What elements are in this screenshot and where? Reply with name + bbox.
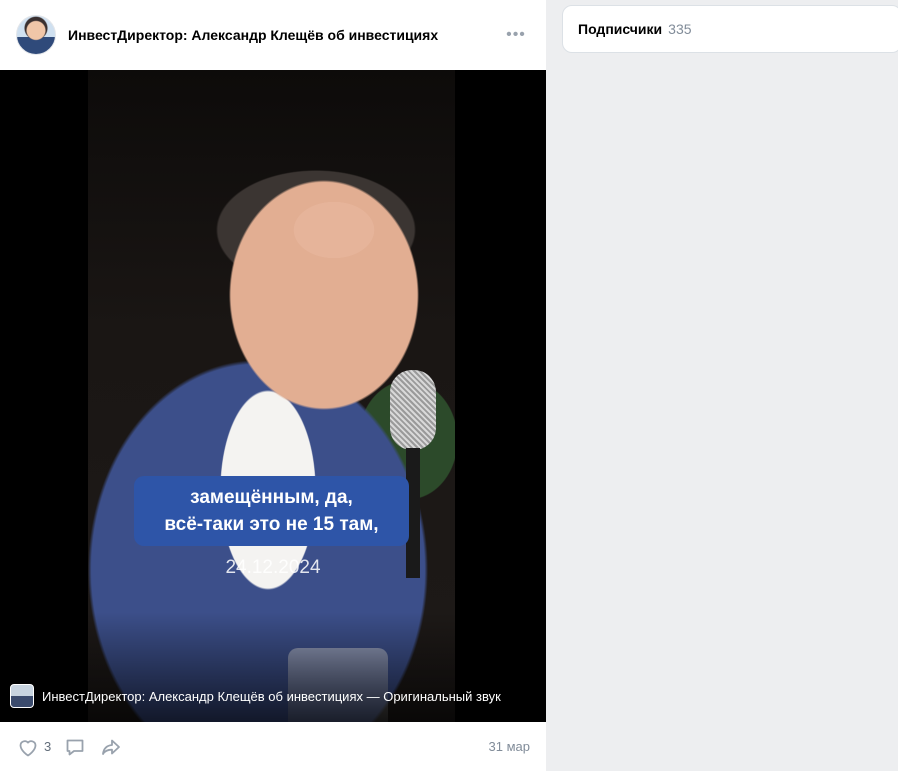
followers-count: 335 — [668, 21, 692, 37]
post-date[interactable]: 31 мар — [489, 739, 530, 754]
subtitle-line-2: всё-таки это не 15 там, — [164, 514, 379, 535]
like-count: 3 — [44, 739, 52, 754]
share-button[interactable] — [99, 731, 123, 763]
heart-icon — [19, 739, 37, 756]
post-header: ИнвестДиректор: Александр Клещёв об инве… — [0, 0, 546, 70]
followers-block[interactable]: Подписчики 335 — [562, 5, 898, 53]
audio-credit[interactable]: ИнвестДиректор: Александр Клещёв об инве… — [10, 684, 501, 708]
post-actions: 3 31 мар — [0, 722, 546, 771]
author-avatar[interactable] — [16, 15, 56, 55]
microphone-image — [390, 370, 436, 450]
video-subtitle: замещённым, да, всё-таки это не 15 там, — [134, 476, 409, 546]
comment-button[interactable] — [63, 731, 87, 763]
share-icon — [102, 739, 121, 755]
post-card: ИнвестДиректор: Александр Клещёв об инве… — [0, 0, 546, 771]
video-player[interactable]: замещённым, да, всё-таки это не 15 там, … — [0, 70, 546, 722]
subtitle-line-1: замещённым, да, — [190, 487, 353, 508]
followers-label: Подписчики — [578, 21, 663, 37]
author-name[interactable]: ИнвестДиректор: Александр Клещёв об инве… — [68, 27, 502, 43]
audio-avatar — [10, 684, 34, 708]
video-date-overlay: 24.12.2024 — [225, 557, 321, 578]
more-icon[interactable]: ••• — [502, 21, 530, 49]
audio-credit-text: ИнвестДиректор: Александр Клещёв об инве… — [42, 688, 501, 704]
like-button[interactable]: 3 — [16, 731, 51, 763]
comment-icon — [66, 739, 84, 755]
